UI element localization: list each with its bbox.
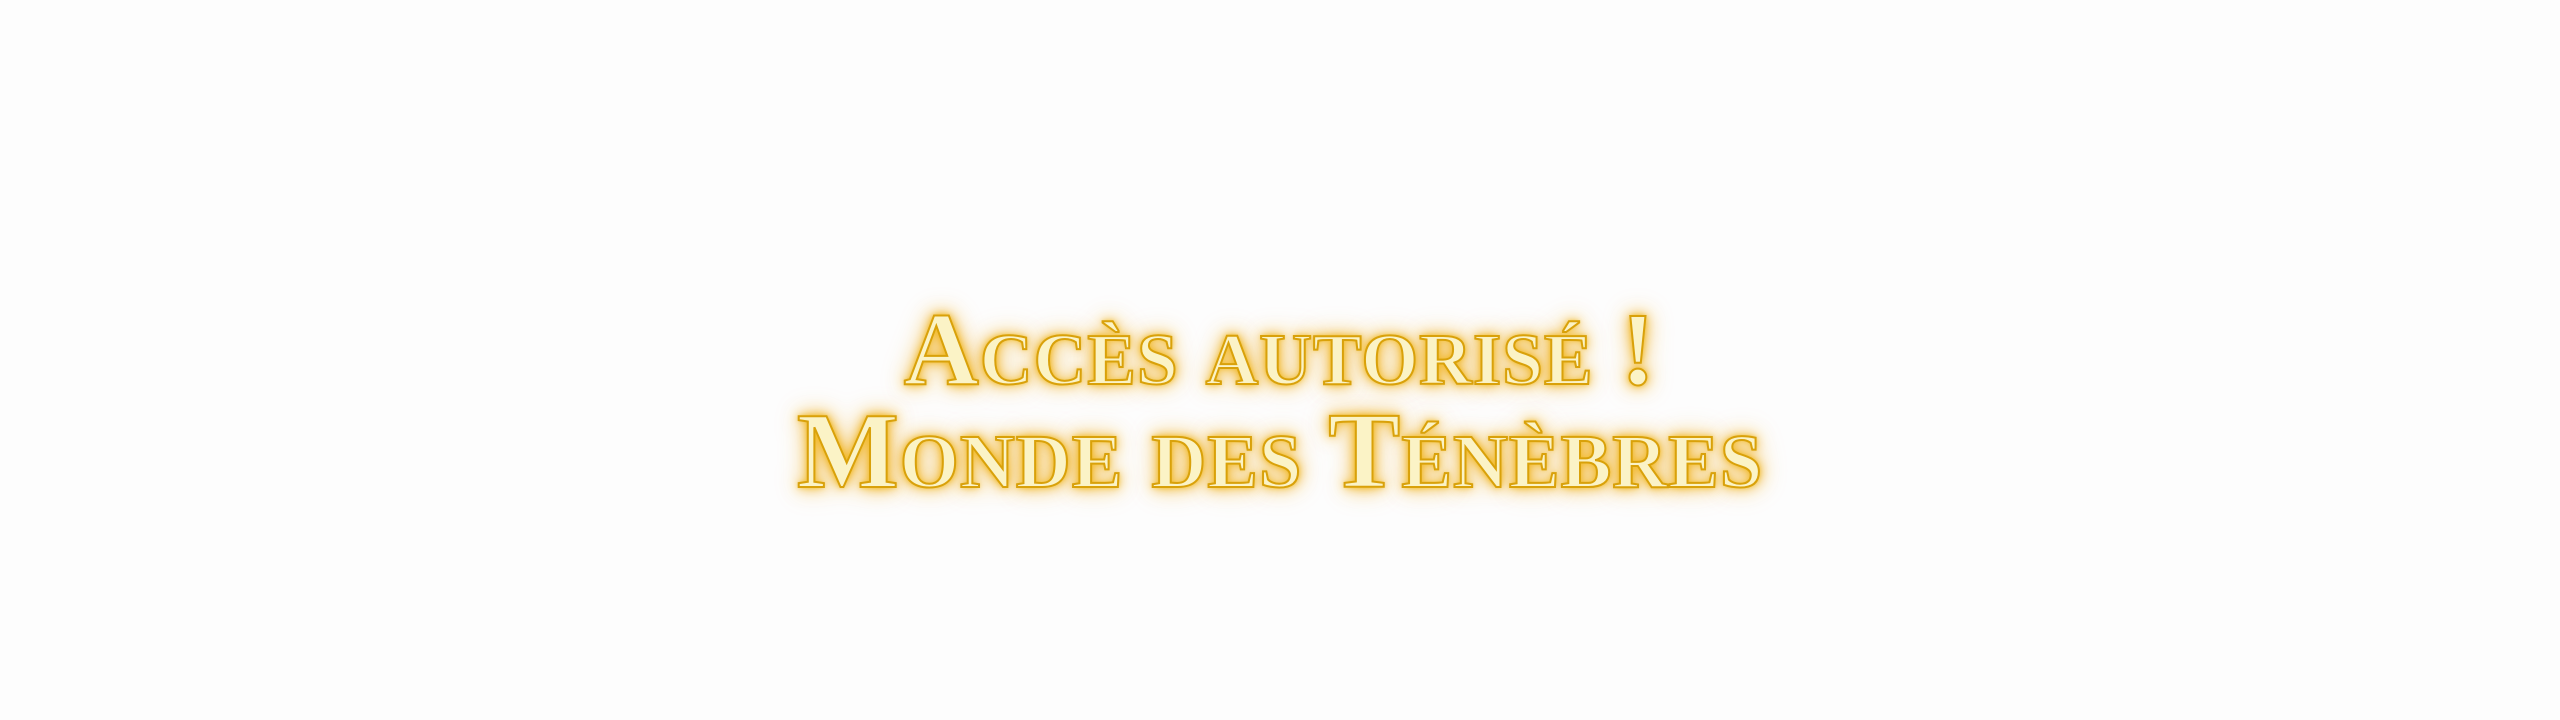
- banner-title: Accès autorisé !: [903, 292, 1657, 407]
- game-screen: Accès autorisé ! Monde des Ténèbres: [0, 0, 2560, 720]
- banner-subtitle: Monde des Ténèbres: [796, 392, 1764, 511]
- access-granted-banner: Accès autorisé ! Monde des Ténèbres: [0, 292, 2560, 511]
